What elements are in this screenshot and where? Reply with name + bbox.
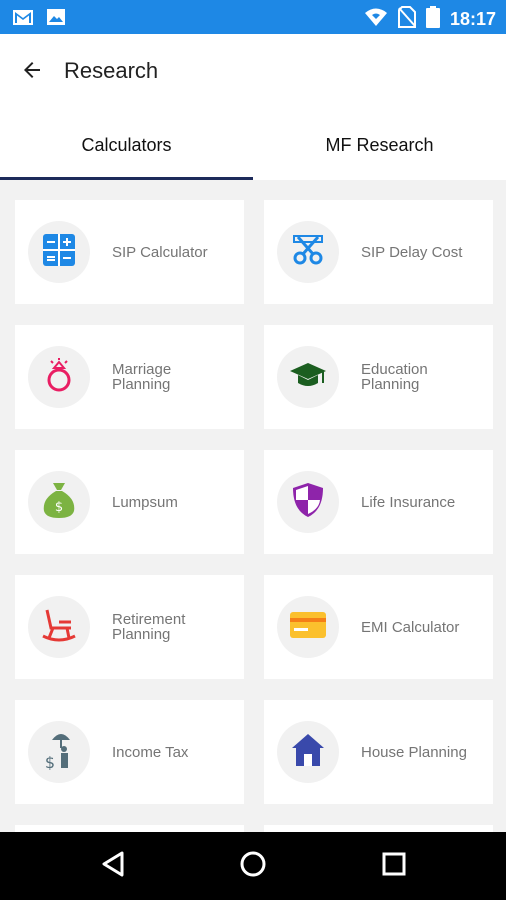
icon-circle (277, 721, 339, 783)
shield-icon (292, 482, 324, 523)
card-label: Retirement Planning (112, 611, 186, 643)
icon-circle (277, 221, 339, 283)
navigation-bar (0, 832, 506, 900)
page-title: Research (64, 58, 159, 83)
icon-circle (277, 471, 339, 533)
calculator-icon (43, 233, 75, 271)
card-label: Life Insurance (361, 493, 456, 511)
calculator-grid: SIP Calculator SIP Delay Cost Marriage P… (0, 180, 506, 832)
card-label: Income Tax (112, 743, 189, 761)
icon-circle (28, 596, 90, 658)
icon-circle (28, 221, 90, 283)
arrow-left-icon (20, 58, 44, 87)
icon-circle (28, 346, 90, 408)
card-label: Lumpsum (112, 493, 178, 511)
svg-text:$: $ (55, 500, 63, 515)
money-bag-icon: $ (42, 481, 76, 524)
back-button[interactable] (16, 56, 48, 88)
card-label: EMI Calculator (361, 618, 460, 636)
card-life-insurance[interactable]: Life Insurance (264, 450, 493, 554)
card-lumpsum[interactable]: $ Lumpsum (15, 450, 244, 554)
nav-recents-button[interactable] (378, 850, 410, 882)
credit-card-icon (290, 611, 326, 643)
icon-circle (277, 596, 339, 658)
card-label: Education Planning (361, 361, 428, 393)
nav-home-button[interactable] (237, 850, 269, 882)
card-sip-delay-cost[interactable]: SIP Delay Cost (264, 200, 493, 304)
scissors-icon (292, 234, 324, 271)
icon-circle: $ (28, 721, 90, 783)
card-label: Marriage Planning (112, 361, 172, 393)
nav-back-button[interactable] (97, 850, 129, 882)
tab-calculators[interactable]: Calculators (0, 110, 253, 180)
wifi-icon (364, 7, 388, 32)
tab-mf-research[interactable]: MF Research (253, 110, 506, 180)
card-sip-calculator[interactable]: SIP Calculator (15, 200, 244, 304)
recents-square-icon (381, 851, 407, 882)
status-time: 18:17 (449, 9, 496, 29)
graduation-cap-icon (288, 361, 328, 394)
card-income-tax[interactable]: $ Income Tax (15, 700, 244, 804)
icon-circle (277, 346, 339, 408)
card-label: SIP Calculator (112, 243, 208, 261)
battery-icon (425, 6, 440, 33)
card-partial (264, 825, 493, 832)
card-label: SIP Delay Cost (361, 243, 463, 261)
card-label: House Planning (361, 743, 467, 761)
house-icon (291, 733, 325, 772)
card-retirement-planning[interactable]: Retirement Planning (15, 575, 244, 679)
card-house-planning[interactable]: House Planning (264, 700, 493, 804)
status-bar: 18:17 (0, 0, 506, 34)
gallery-icon (46, 7, 66, 32)
rocking-chair-icon (41, 608, 77, 647)
tab-bar: Calculators MF Research (0, 110, 506, 180)
card-partial (15, 825, 244, 832)
back-triangle-icon (100, 850, 126, 883)
card-emi-calculator[interactable]: EMI Calculator (264, 575, 493, 679)
card-education-planning[interactable]: Education Planning (264, 325, 493, 429)
card-marriage-planning[interactable]: Marriage Planning (15, 325, 244, 429)
ring-icon (43, 357, 75, 397)
umbrella-man-icon: $ (44, 730, 74, 775)
gmail-icon (12, 7, 34, 32)
app-bar: Research (0, 34, 506, 110)
no-sim-icon (397, 6, 416, 33)
svg-text:$: $ (45, 753, 55, 770)
icon-circle: $ (28, 471, 90, 533)
home-circle-icon (239, 850, 267, 883)
